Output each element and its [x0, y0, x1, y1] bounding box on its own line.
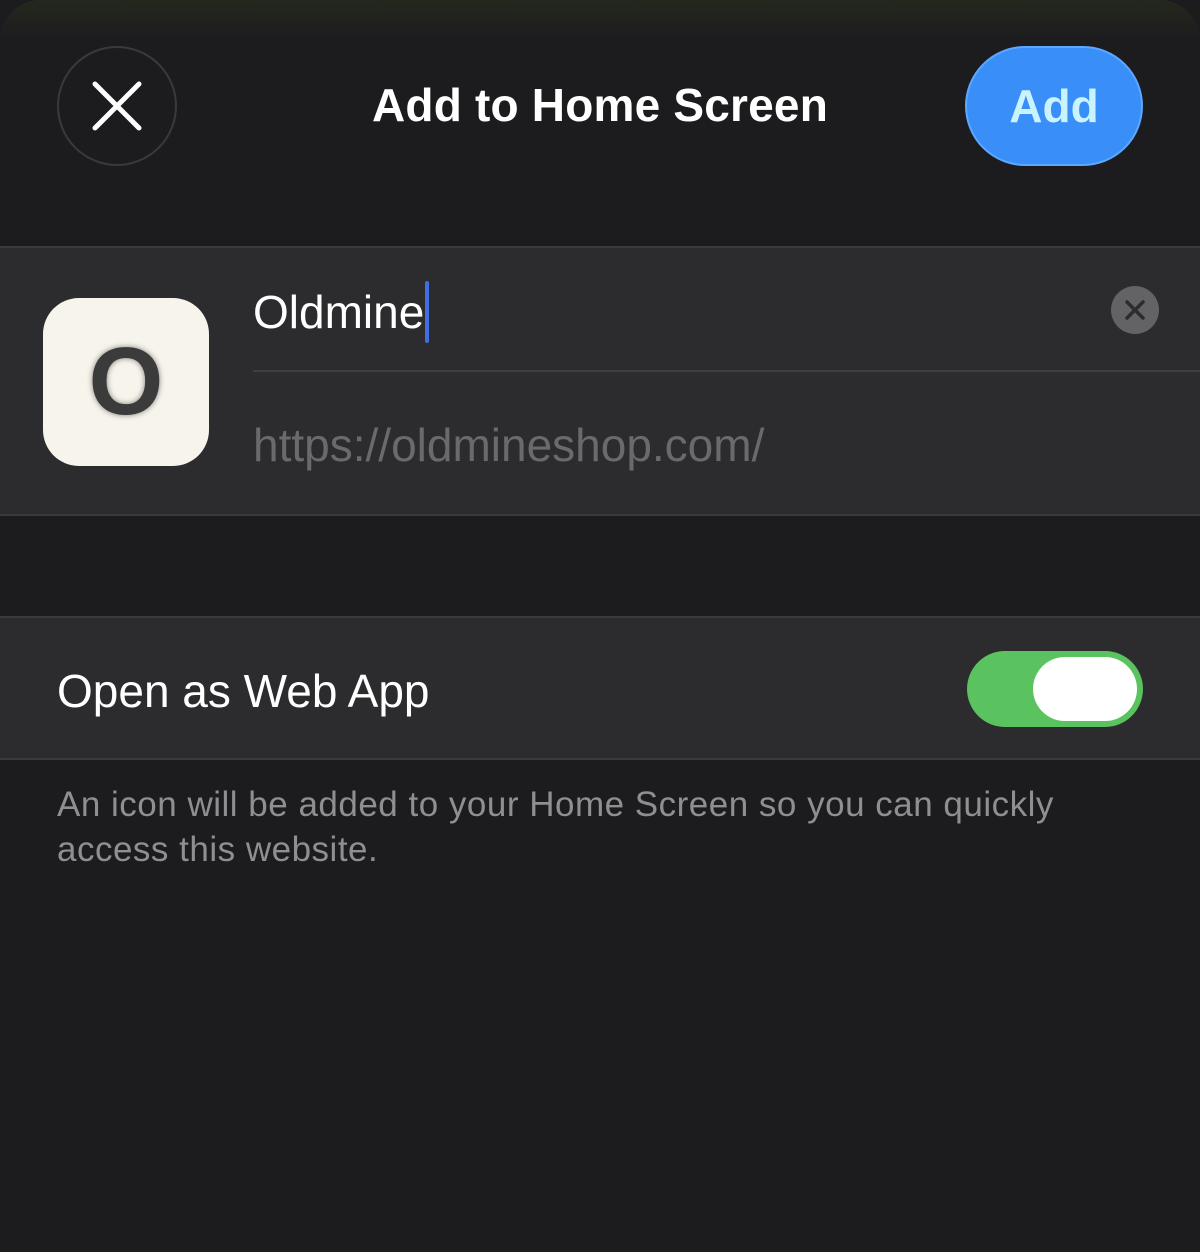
text-caret [425, 281, 430, 343]
sheet-top-edge [0, 0, 1200, 40]
app-info-section: O Oldmine https://oldmineshop.com/ [0, 246, 1200, 516]
footer-note: An icon will be added to your Home Scree… [57, 785, 1054, 869]
app-name-input[interactable]: Oldmine [253, 281, 1093, 343]
field-divider [253, 370, 1200, 372]
add-button[interactable]: Add [965, 46, 1143, 166]
add-to-home-screen-sheet: Add to Home Screen Add O Oldmine https:/… [0, 0, 1200, 1252]
app-icon: O [43, 298, 209, 466]
web-app-section: Open as Web App [0, 616, 1200, 760]
clear-name-button[interactable] [1111, 286, 1159, 334]
clear-text-icon [1125, 300, 1145, 320]
app-name-value: Oldmine [253, 286, 425, 338]
app-url: https://oldmineshop.com/ [253, 419, 765, 471]
toggle-knob [1033, 657, 1137, 721]
open-as-web-app-toggle[interactable] [967, 651, 1143, 727]
app-icon-letter: O [88, 328, 164, 435]
open-as-web-app-label: Open as Web App [57, 665, 430, 717]
